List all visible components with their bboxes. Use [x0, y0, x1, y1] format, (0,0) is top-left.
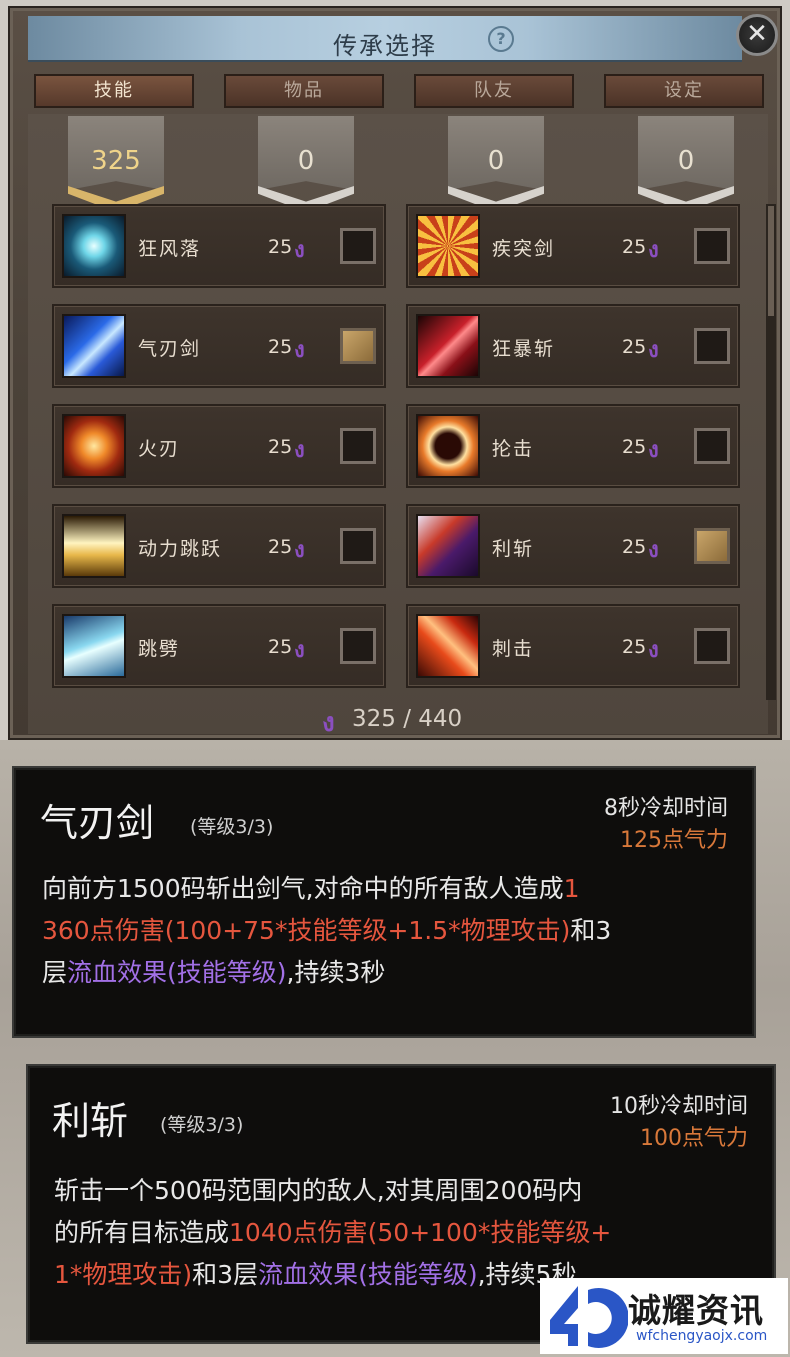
- skill-name: 刺击: [492, 638, 535, 660]
- title-bar: 传承选择 ?: [28, 16, 742, 62]
- tooltip-energy-cost: 100点气力: [640, 1126, 748, 1151]
- skill-cost: 25: [622, 436, 647, 458]
- points-value: 0: [297, 146, 315, 176]
- tooltip-cooldown: 8秒冷却时间: [604, 796, 728, 821]
- watermark-name: 诚耀资讯: [628, 1291, 764, 1330]
- points-banner-settings: 0: [638, 116, 734, 214]
- skill-checkbox[interactable]: [694, 428, 730, 464]
- skill-row[interactable]: 刺击 25 ง: [406, 604, 740, 688]
- soul-point-icon: ง: [648, 438, 659, 463]
- skill-checkbox[interactable]: [340, 428, 376, 464]
- tab-settings[interactable]: 设定: [604, 74, 764, 108]
- skill-row[interactable]: 气刃剑 25 ง: [52, 304, 386, 388]
- soul-point-icon: ง: [294, 438, 305, 463]
- skill-row[interactable]: 跳劈 25 ง: [52, 604, 386, 688]
- tooltip-skill-name: 气刃剑: [40, 801, 155, 845]
- skill-checkbox[interactable]: [340, 328, 376, 364]
- soul-point-icon: ง: [648, 338, 659, 363]
- points-value: 0: [487, 146, 505, 176]
- skill-name: 气刃剑: [138, 338, 202, 360]
- points-banner-teammates: 0: [448, 116, 544, 214]
- points-total: 325 / 440: [352, 706, 463, 732]
- skill-cost: 25: [622, 336, 647, 358]
- sharp-slash-icon: [416, 514, 480, 578]
- skill-name: 动力跳跃: [138, 538, 223, 560]
- tooltip-skill-level: (等级3/3): [160, 1114, 244, 1136]
- tooltip-cooldown: 10秒冷却时间: [610, 1094, 748, 1119]
- skill-checkbox[interactable]: [694, 628, 730, 664]
- jump-slash-icon: [62, 614, 126, 678]
- logo-mark-icon: [550, 1286, 628, 1348]
- skill-cost: 25: [268, 336, 293, 358]
- soul-point-icon: ง: [648, 638, 659, 663]
- skill-row[interactable]: 利斩 25 ง: [406, 504, 740, 588]
- skill-cost: 25: [268, 636, 293, 658]
- skill-row[interactable]: 抡击 25 ง: [406, 404, 740, 488]
- points-value: 325: [91, 146, 141, 176]
- points-banner-items: 0: [258, 116, 354, 214]
- skill-row[interactable]: 火刃 25 ง: [52, 404, 386, 488]
- skill-name: 火刃: [138, 438, 181, 460]
- skill-name: 疾突剑: [492, 238, 556, 260]
- question-circle-icon[interactable]: ?: [488, 26, 514, 52]
- dash-sword-icon: [416, 214, 480, 278]
- skill-cost: 25: [622, 636, 647, 658]
- skill-row[interactable]: 狂暴斩 25 ง: [406, 304, 740, 388]
- skill-name: 狂暴斩: [492, 338, 556, 360]
- points-banner-skills: 325: [68, 116, 164, 214]
- thrust-icon: [416, 614, 480, 678]
- air-blade-icon: [62, 314, 126, 378]
- skill-name: 跳劈: [138, 638, 181, 660]
- skill-name: 抡击: [492, 438, 535, 460]
- skill-cost: 25: [268, 536, 293, 558]
- watermark-logo: 诚耀资讯 wfchengyaojx.com: [540, 1278, 788, 1354]
- skill-tooltip-air-blade: 气刃剑 (等级3/3) 8秒冷却时间 125点气力 向前方1500码斩出剑气,对…: [12, 766, 756, 1038]
- skill-name: 利斩: [492, 538, 535, 560]
- skill-cost: 25: [622, 536, 647, 558]
- skill-checkbox[interactable]: [694, 328, 730, 364]
- skill-cost: 25: [622, 236, 647, 258]
- skill-checkbox[interactable]: [694, 528, 730, 564]
- tooltip-energy-cost: 125点气力: [620, 828, 728, 853]
- swing-strike-icon: [416, 414, 480, 478]
- tooltip-description: 向前方1500码斩出剑气,对命中的所有敌人造成1 360点伤害(100+75*技…: [42, 874, 612, 987]
- soul-point-icon: ง: [294, 338, 305, 363]
- soul-point-icon: ง: [648, 238, 659, 263]
- tab-teammates[interactable]: 队友: [414, 74, 574, 108]
- soul-point-icon: ง: [294, 638, 305, 663]
- tab-skills[interactable]: 技能: [34, 74, 194, 108]
- tab-items[interactable]: 物品: [224, 74, 384, 108]
- soul-point-icon: ง: [294, 538, 305, 563]
- panel-title: 传承选择: [333, 32, 437, 60]
- skill-checkbox[interactable]: [694, 228, 730, 264]
- skill-checkbox[interactable]: [340, 528, 376, 564]
- scrollbar-thumb[interactable]: [768, 206, 774, 316]
- skill-name: 狂风落: [138, 238, 202, 260]
- skill-row[interactable]: 动力跳跃 25 ง: [52, 504, 386, 588]
- tooltip-skill-name: 利斩: [52, 1099, 129, 1143]
- skill-row[interactable]: 狂风落 25 ง: [52, 204, 386, 288]
- skill-cost: 25: [268, 236, 293, 258]
- soul-point-icon: ง: [294, 238, 305, 263]
- berserk-slash-icon: [416, 314, 480, 378]
- watermark-url: wfchengyaojx.com: [636, 1328, 768, 1344]
- close-icon[interactable]: ✕: [736, 14, 778, 56]
- inheritance-panel: 传承选择 ? ✕ 技能 物品 队友 设定 325 0 0 0 狂风落 25 ง …: [8, 6, 782, 740]
- soul-point-icon: ง: [648, 538, 659, 563]
- skill-row[interactable]: 疾突剑 25 ง: [406, 204, 740, 288]
- whirlwind-icon: [62, 214, 126, 278]
- points-value: 0: [677, 146, 695, 176]
- power-jump-icon: [62, 514, 126, 578]
- tooltip-skill-level: (等级3/3): [190, 816, 274, 838]
- skill-cost: 25: [268, 436, 293, 458]
- fire-blade-icon: [62, 414, 126, 478]
- skill-checkbox[interactable]: [340, 628, 376, 664]
- skill-checkbox[interactable]: [340, 228, 376, 264]
